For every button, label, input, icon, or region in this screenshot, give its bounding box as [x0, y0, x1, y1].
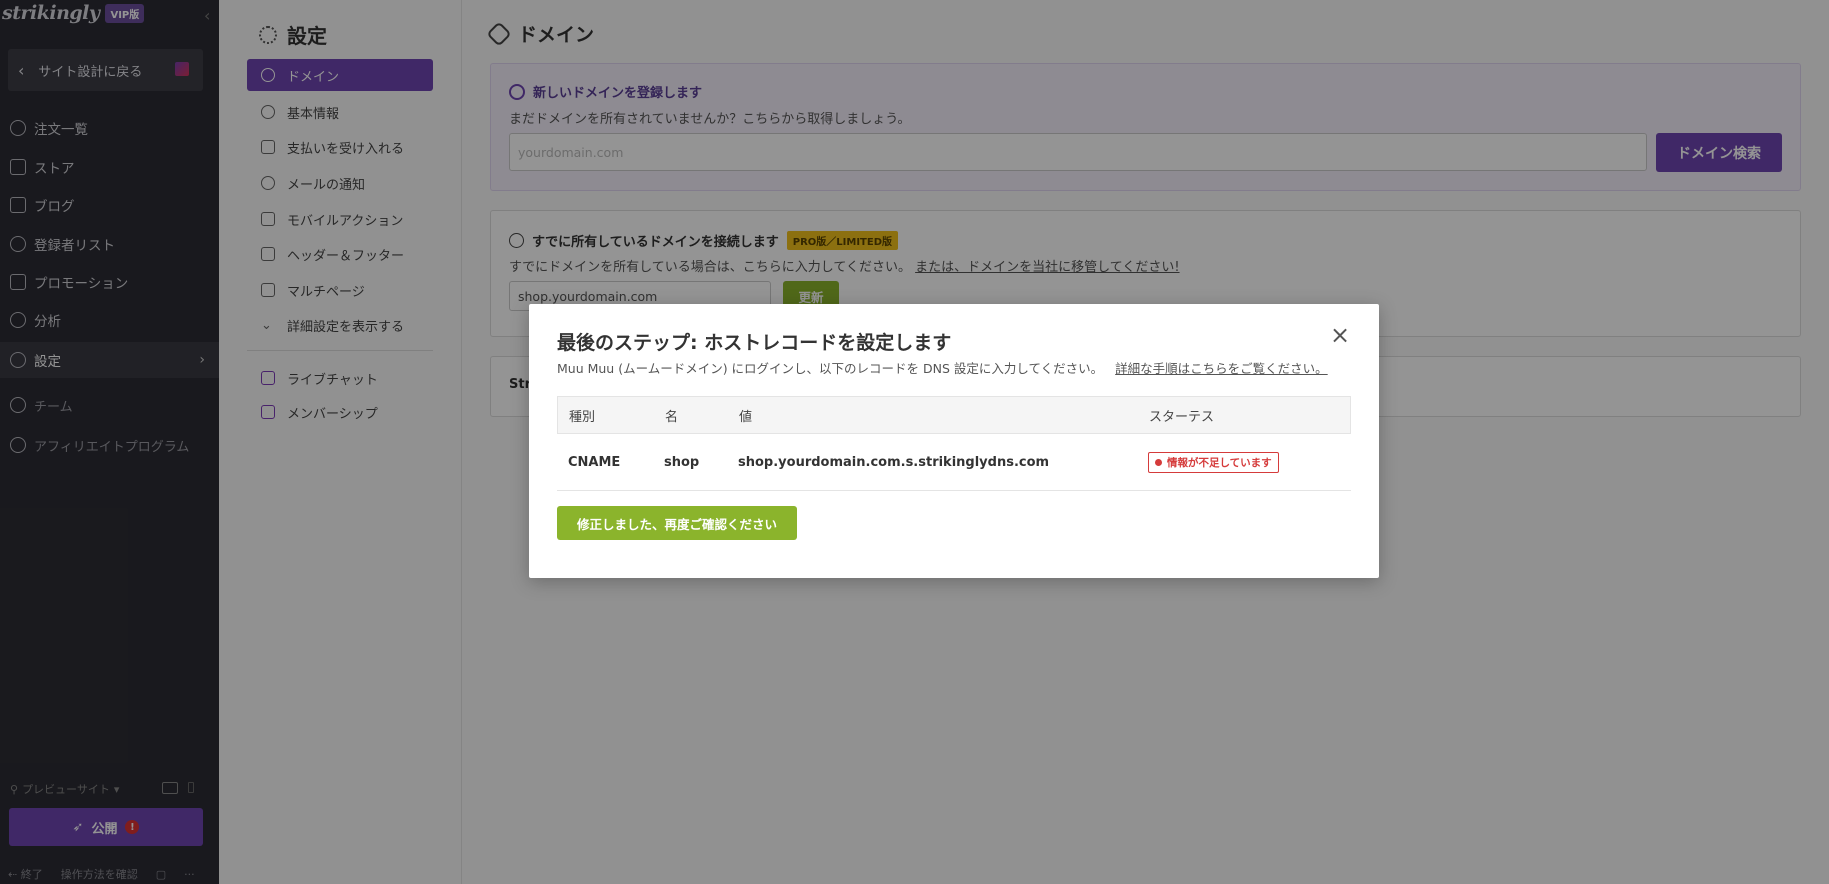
column-header-type: 種別	[569, 409, 596, 425]
column-header-value: 値	[739, 409, 753, 425]
modal-description-text: Muu Muu (ムームードメイン) にログインし、以下のレコードを DNS 設…	[557, 361, 1104, 376]
host-record-modal: 最後のステップ: ホストレコードを設定します × Muu Muu (ムームードメ…	[529, 304, 1379, 578]
record-status: 情報が不足しています	[1148, 434, 1279, 490]
recheck-button[interactable]: 修正しました、再度ご確認ください	[557, 506, 797, 540]
record-value: shop.yourdomain.com.s.strikinglydns.com	[738, 454, 1050, 470]
status-badge: 情報が不足しています	[1148, 451, 1279, 473]
modal-description: Muu Muu (ムームードメイン) にログインし、以下のレコードを DNS 設…	[557, 358, 1328, 377]
column-header-name: 名	[665, 409, 679, 425]
status-badge-label: 情報が不足しています	[1167, 456, 1272, 469]
record-name: shop	[664, 454, 700, 470]
detailed-steps-link[interactable]: 詳細な手順はこちらをご覧ください。	[1115, 361, 1328, 376]
close-icon[interactable]: ×	[1329, 323, 1351, 347]
table-header: 種別 名 値 スターテス	[557, 396, 1351, 434]
table-row: CNAME shop shop.yourdomain.com.s.strikin…	[557, 434, 1351, 491]
column-header-status: スターテス	[1149, 409, 1215, 425]
modal-title: 最後のステップ: ホストレコードを設定します	[557, 332, 952, 354]
status-dot-icon	[1155, 458, 1162, 466]
record-type: CNAME	[568, 454, 621, 470]
